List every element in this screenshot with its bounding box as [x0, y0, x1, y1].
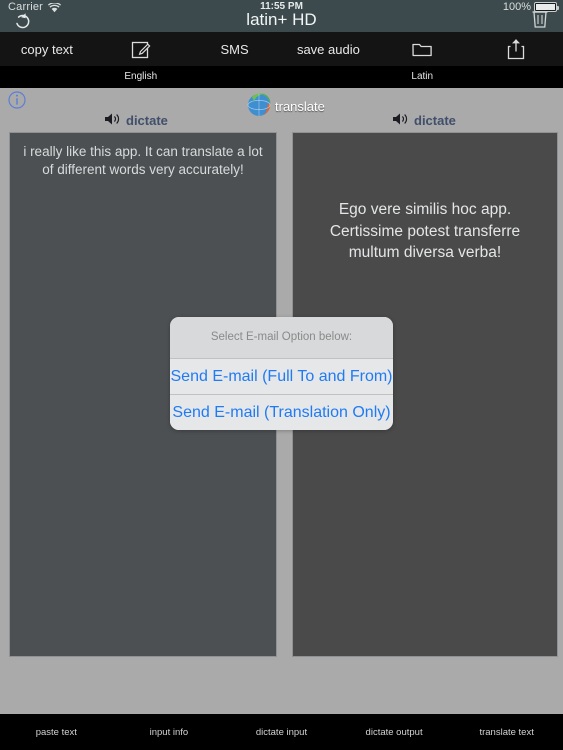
source-text: i really like this app. It can translate… [23, 144, 263, 178]
folder-button[interactable] [375, 32, 469, 66]
send-email-full-button[interactable]: Send E-mail (Full To and From) [170, 358, 393, 394]
refresh-button[interactable] [13, 12, 35, 30]
translate-label: translate [275, 99, 325, 114]
battery-percent-label: 100% [502, 1, 531, 13]
target-text: Ego vere similis hoc app. Certissime pot… [329, 201, 521, 262]
target-language-label[interactable]: Latin [282, 66, 563, 88]
page-title: latin+ HD [246, 10, 317, 29]
share-button[interactable] [469, 32, 563, 66]
speaker-icon [104, 112, 121, 129]
compose-button[interactable] [94, 32, 188, 66]
dictate-input-button[interactable]: dictate [104, 112, 168, 129]
globe-icon [246, 90, 274, 123]
copy-text-button[interactable]: copy text [0, 32, 94, 66]
save-audio-button[interactable]: save audio [281, 32, 375, 66]
paste-text-button[interactable]: paste text [0, 727, 113, 738]
translate-text-button[interactable]: translate text [450, 727, 563, 738]
input-info-button[interactable]: input info [113, 727, 226, 738]
share-icon [507, 38, 525, 60]
info-button[interactable] [8, 91, 26, 109]
compose-icon [130, 39, 151, 60]
save-audio-label: save audio [296, 41, 360, 57]
sms-button[interactable]: SMS [188, 32, 282, 66]
dictate-output-button-bottom[interactable]: dictate output [338, 727, 451, 738]
language-bar: English Latin [0, 66, 563, 88]
action-sheet-title: Select E-mail Option below: [170, 317, 393, 358]
source-language-label[interactable]: English [0, 66, 282, 88]
copy-text-label: copy text [20, 41, 73, 57]
email-action-sheet: Select E-mail Option below: Send E-mail … [170, 317, 393, 430]
navigation-bar: Carrier 11:55 PM latin+ HD 100% [0, 0, 563, 32]
dictate-output-label: dictate [414, 113, 456, 128]
top-toolbar: copy text SMS save audio [0, 32, 563, 66]
dictate-input-label: dictate [126, 113, 168, 128]
folder-icon [411, 40, 433, 58]
trash-button[interactable] [529, 8, 551, 30]
bottom-toolbar: paste text input info dictate input dict… [0, 714, 563, 750]
dictate-input-button-bottom[interactable]: dictate input [225, 727, 338, 738]
send-email-translation-only-button[interactable]: Send E-mail (Translation Only) [170, 394, 393, 430]
translate-button[interactable]: translate [246, 90, 325, 123]
speaker-icon [392, 112, 409, 129]
sms-label: SMS [220, 41, 249, 57]
dictate-output-button[interactable]: dictate [392, 112, 456, 129]
app-root: Carrier 11:55 PM latin+ HD 100% copy tex… [0, 0, 563, 750]
